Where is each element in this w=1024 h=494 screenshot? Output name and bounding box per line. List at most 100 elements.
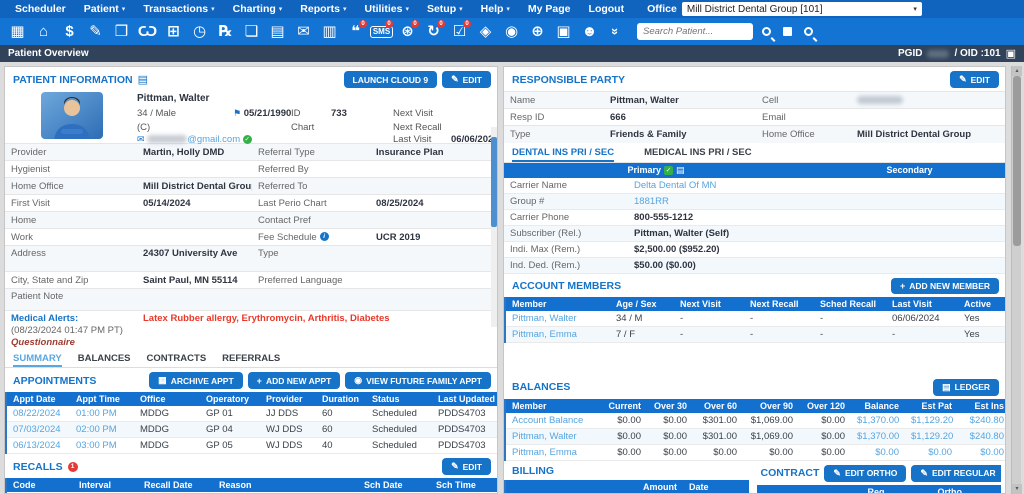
- menu-item-my-page[interactable]: My Page: [519, 3, 580, 15]
- redacted-email-user: [147, 135, 187, 143]
- menu-item-reports[interactable]: Reports▾: [291, 3, 355, 15]
- oid-label: / OID :101: [954, 48, 1000, 59]
- claims-shield-icon[interactable]: ◈: [473, 20, 498, 43]
- page-title: Patient Overview: [8, 48, 89, 59]
- tab-dental-ins[interactable]: DENTAL INS PRI / SEC: [512, 147, 614, 162]
- schedule-icon[interactable]: ▦: [5, 20, 30, 43]
- search-patient-button[interactable]: [754, 20, 779, 43]
- table-header-row: MemberAge / SexNext VisitNext RecallSche…: [505, 297, 1006, 311]
- web-forms-icon[interactable]: ⊛0: [395, 20, 420, 43]
- medical-alerts-timestamp: (08/23/2024 01:47 PM PT): [11, 325, 131, 336]
- medical-alerts-label[interactable]: Medical Alerts:: [11, 313, 131, 324]
- menu-item-help[interactable]: Help▾: [472, 3, 519, 15]
- ledger-icon: ▤: [942, 382, 951, 393]
- mail-icon[interactable]: ✉: [291, 20, 316, 43]
- menu-item-charting[interactable]: Charting▾: [224, 3, 292, 15]
- last-visit-label: Last Visit: [393, 134, 431, 145]
- tab-balances[interactable]: BALANCES: [78, 353, 131, 367]
- collapse-toolbar-icon[interactable]: »: [603, 20, 628, 43]
- payment-shield-icon[interactable]: ◉: [499, 20, 524, 43]
- billing-section: BILLING AmountDate Last Pat Pay$188.0005…: [504, 461, 749, 494]
- scroll-down-arrow[interactable]: ▾: [1012, 484, 1022, 494]
- print-icon[interactable]: ▣: [1006, 47, 1016, 60]
- next-visit-label: Next Visit: [393, 108, 433, 119]
- printer-icon[interactable]: ▣: [551, 20, 576, 43]
- advanced-patient-search-button[interactable]: [796, 20, 821, 43]
- tab-medical-ins[interactable]: MEDICAL INS PRI / SEC: [644, 147, 752, 162]
- account-members-title: ACCOUNT MEMBERS: [512, 280, 621, 292]
- home-icon[interactable]: ⌂: [31, 20, 56, 43]
- menu-item-scheduler[interactable]: Scheduler: [6, 3, 75, 15]
- family-icon[interactable]: ☻: [577, 20, 602, 43]
- balance-row[interactable]: Pittman, Walter$0.00$0.00$301.00$1,069.0…: [505, 428, 1006, 444]
- menu-item-patient[interactable]: Patient▾: [75, 3, 135, 15]
- appointment-row[interactable]: 08/22/202401:00 PMMDDGGP 01JJ DDS60Sched…: [6, 406, 498, 422]
- menu-item-transactions[interactable]: Transactions▾: [134, 3, 223, 15]
- view-future-family-appt-button[interactable]: ◉VIEW FUTURE FAMILY APPT: [345, 372, 491, 389]
- medical-alerts-value: Latex Rubber allergy, Erythromycin, Arth…: [137, 311, 498, 351]
- perio-chart-icon[interactable]: Ѡ: [135, 20, 160, 43]
- note-icon[interactable]: ▤: [138, 73, 148, 86]
- appointment-row[interactable]: 07/03/202402:00 PMMDDGGP 04WJ DDS60Sched…: [6, 422, 498, 438]
- table-row: City, State and ZipSaint Paul, MN 55114P…: [5, 272, 498, 289]
- tab-summary[interactable]: SUMMARY: [13, 353, 62, 367]
- table-header-row: AmountDate: [505, 480, 749, 494]
- icon-toolbar: ▦ ⌂ $ ✎ ❒ Ѡ ⊞ ◷ ℞ ❏ ▤ ✉ ▥ ❝0 SMS0 ⊛0 ↻0 …: [0, 18, 1024, 45]
- questionnaire-link[interactable]: Questionnaire: [11, 337, 131, 348]
- recalls-title: RECALLS: [13, 461, 63, 473]
- web-claims-icon[interactable]: ⊕: [525, 20, 550, 43]
- add-new-appt-button[interactable]: +ADD NEW APPT: [248, 372, 341, 389]
- member-row[interactable]: Pittman, Emma7 / F----Yes: [505, 326, 1006, 342]
- insurance-card-icon[interactable]: ▤: [676, 165, 685, 175]
- appointments-table: Appt DateAppt TimeOfficeOperatoryProvide…: [5, 392, 498, 454]
- account-panel: RESPONSIBLE PARTY ✎EDIT NamePittman, Wal…: [503, 66, 1006, 494]
- messages-icon[interactable]: ❝0: [343, 20, 368, 43]
- menu-item-setup[interactable]: Setup▾: [418, 3, 472, 15]
- prescriptions-icon[interactable]: ℞: [213, 20, 238, 43]
- table-row: HomeContact Pref: [5, 212, 498, 229]
- appointment-row[interactable]: 06/13/202403:00 PMMDDGGP 05WJ DDS40Sched…: [6, 438, 498, 454]
- patient-activity-icon[interactable]: ◷: [187, 20, 212, 43]
- scrollbar-thumb[interactable]: [491, 137, 497, 227]
- patient-email[interactable]: ✉ @gmail.com ✓: [137, 134, 252, 145]
- menu-item-logout[interactable]: Logout: [580, 3, 634, 15]
- ledger-button[interactable]: ▤LEDGER: [933, 379, 999, 396]
- search-patient-input[interactable]: [637, 23, 753, 40]
- edit-regular-button[interactable]: ✎EDIT REGULAR: [911, 465, 1001, 482]
- patient-sync-icon[interactable]: ↻0: [421, 20, 446, 43]
- info-icon[interactable]: i: [320, 232, 329, 241]
- chart-icon[interactable]: ❒: [109, 20, 134, 43]
- search-option-checkbox[interactable]: [783, 27, 792, 36]
- statements-icon[interactable]: ▥: [317, 20, 342, 43]
- office-select[interactable]: Mill District Dental Group [101] ▾: [682, 2, 922, 16]
- archive-appt-button[interactable]: ▦ARCHIVE APPT: [149, 372, 243, 389]
- member-row[interactable]: Pittman, Walter34 / M---06/06/2024Yes: [505, 311, 1006, 327]
- payments-icon[interactable]: $: [57, 20, 82, 43]
- eligibility-icon[interactable]: ☑0: [447, 20, 472, 43]
- edit-patient-button[interactable]: ✎EDIT: [442, 71, 491, 88]
- edit-responsible-party-button[interactable]: ✎EDIT: [950, 71, 999, 88]
- sms-icon[interactable]: SMS0: [369, 20, 394, 43]
- edit-recalls-button[interactable]: ✎EDIT: [442, 458, 491, 475]
- notes-icon[interactable]: ❏: [239, 20, 264, 43]
- notification-badge: 0: [359, 20, 367, 28]
- tab-contracts[interactable]: CONTRACTS: [147, 353, 207, 367]
- scrollbar-thumb[interactable]: [1013, 76, 1021, 246]
- add-new-member-button[interactable]: +ADD NEW MEMBER: [891, 278, 999, 294]
- treatment-plan-icon[interactable]: ✎: [83, 20, 108, 43]
- edit-ortho-button[interactable]: ✎EDIT ORTHO: [824, 465, 906, 482]
- print-chart-icon[interactable]: ▤: [265, 20, 290, 43]
- vertical-scrollbar[interactable]: ▴ ▾: [1011, 66, 1021, 494]
- launch-cloud9-button[interactable]: LAUNCH CLOUD 9: [344, 71, 438, 88]
- panel-scrollbar[interactable]: [491, 127, 497, 327]
- scroll-up-arrow[interactable]: ▴: [1012, 66, 1022, 76]
- tx-history-icon[interactable]: ⊞: [161, 20, 186, 43]
- chevron-down-icon: ▾: [405, 5, 409, 13]
- insurance-tabs: DENTAL INS PRI / SEC MEDICAL INS PRI / S…: [504, 143, 1005, 163]
- patient-photo[interactable]: [41, 92, 103, 139]
- page-titlebar: Patient Overview PGID / OID :101 ▣: [0, 45, 1024, 62]
- balance-row[interactable]: Pittman, Emma$0.00$0.00$0.00$0.00$0.00$0…: [505, 444, 1006, 460]
- menu-item-utilities[interactable]: Utilities▾: [356, 3, 418, 15]
- tab-referrals[interactable]: REFERRALS: [222, 353, 280, 367]
- balance-row[interactable]: Account Balance$0.00$0.00$301.00$1,069.0…: [505, 413, 1006, 429]
